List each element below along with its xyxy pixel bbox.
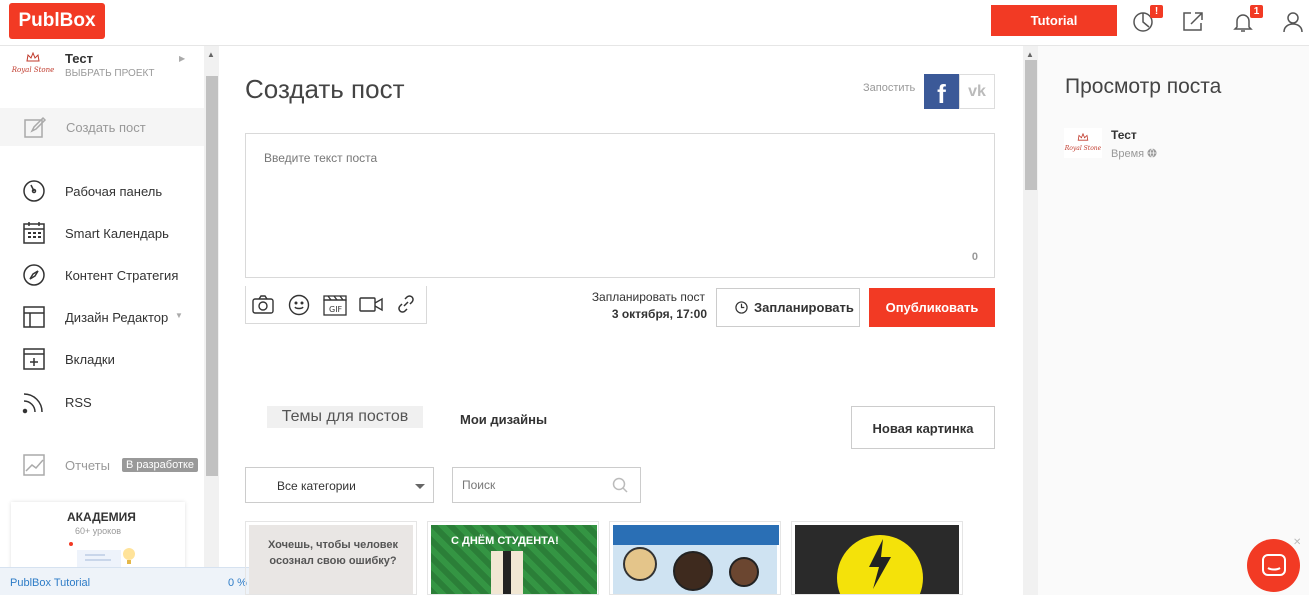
category-select-value: Все категории xyxy=(277,479,356,493)
theme-thumbnail[interactable]: С ДНЁМ СТУДЕНТА! xyxy=(427,521,599,595)
vk-toggle-button[interactable]: vk xyxy=(959,74,995,109)
schedule-button[interactable]: Запланировать xyxy=(716,288,860,327)
schedule-date[interactable]: 3 октября, 17:00 xyxy=(577,307,707,321)
tutorial-button[interactable]: Tutorial xyxy=(991,5,1117,36)
link-icon[interactable] xyxy=(396,294,420,316)
camera-icon[interactable] xyxy=(252,294,276,316)
close-icon[interactable]: ✕ xyxy=(1293,537,1301,548)
project-selector[interactable]: Royal Stone Тест ВЫБРАТЬ ПРОЕКТ ▶ xyxy=(0,46,204,96)
schedule-label: Запланировать пост xyxy=(591,290,705,304)
lightning-icon xyxy=(869,539,891,589)
clock-icon xyxy=(735,301,748,314)
publbox-logo[interactable]: PublBox xyxy=(9,3,105,39)
preview-avatar: Royal Stone xyxy=(1064,128,1102,158)
sidebar-item-content-strategy[interactable]: Контент Стратегия xyxy=(0,257,204,293)
in-development-badge: В разработке xyxy=(122,458,199,472)
theme-thumbnail[interactable] xyxy=(791,521,963,595)
sidebar-item-reports[interactable]: Отчеты В разработке xyxy=(0,447,204,483)
char-counter: 0 xyxy=(971,251,978,263)
facebook-toggle-button[interactable]: f xyxy=(924,74,959,109)
main-content: Создать пост Запостить f vk Введите текс… xyxy=(219,46,1023,595)
post-text-placeholder: Введите текст поста xyxy=(264,151,378,165)
project-subtitle: ВЫБРАТЬ ПРОЕКТ xyxy=(65,68,155,79)
sidebar-item-label: Вкладки xyxy=(65,352,115,367)
preview-time: Время xyxy=(1111,148,1157,160)
project-logo: Royal Stone xyxy=(10,51,56,82)
top-bar: PublBox Tutorial ! 1 xyxy=(0,0,1309,46)
compass-icon xyxy=(23,264,45,286)
schedule-button-label: Запланировать xyxy=(754,300,854,315)
sidebar-item-label: Отчеты xyxy=(65,458,110,473)
post-preview-panel: Просмотр поста Royal Stone Тест Время xyxy=(1038,46,1309,595)
calendar-icon xyxy=(23,222,45,244)
tabs-icon xyxy=(23,348,45,370)
search-input[interactable] xyxy=(453,468,613,502)
edit-icon xyxy=(24,116,47,138)
tutorial-label: PublBox Tutorial xyxy=(10,577,91,589)
globe-icon xyxy=(1147,148,1157,158)
sidebar-item-create-post[interactable]: Создать пост xyxy=(0,108,204,146)
chevron-down-icon xyxy=(415,484,425,489)
sidebar-item-rss[interactable]: RSS xyxy=(0,384,204,420)
stats-icon[interactable]: ! xyxy=(1131,5,1163,34)
notifications-badge: 1 xyxy=(1250,5,1263,18)
chart-icon xyxy=(23,454,45,476)
tab-post-themes[interactable]: Темы для постов xyxy=(267,406,423,428)
thumbnail-caption: С ДНЁМ СТУДЕНТА! xyxy=(451,535,559,547)
theme-thumbnail[interactable]: Хочешь, чтобы человек осознал свою ошибк… xyxy=(245,521,417,595)
project-name: Тест xyxy=(65,51,93,66)
publish-button[interactable]: Опубликовать xyxy=(869,288,995,327)
emoji-icon[interactable] xyxy=(288,294,312,316)
tutorial-progress-bar[interactable]: PublBox Tutorial 0 % xyxy=(0,567,254,595)
gif-icon[interactable]: GIF xyxy=(323,294,347,316)
sidebar-item-dashboard[interactable]: Рабочая панель xyxy=(0,173,204,209)
media-toolbar: GIF xyxy=(245,286,427,324)
main-scrollbar-thumb[interactable] xyxy=(1025,60,1037,190)
preview-title: Просмотр поста xyxy=(1065,75,1222,98)
sidebar-item-tabs[interactable]: Вкладки xyxy=(0,341,204,377)
post-text-input[interactable]: Введите текст поста 0 xyxy=(245,133,995,278)
academy-title: АКАДЕМИЯ xyxy=(67,510,136,524)
external-link-icon[interactable] xyxy=(1181,10,1205,34)
post-to-label: Запостить xyxy=(863,82,916,94)
sidebar-item-calendar[interactable]: Smart Календарь xyxy=(0,215,204,251)
svg-text:GIF: GIF xyxy=(329,305,343,314)
sidebar-item-label: Smart Календарь xyxy=(65,226,169,241)
scroll-up-icon[interactable]: ▲ xyxy=(1026,50,1034,59)
tab-my-designs[interactable]: Мои дизайны xyxy=(460,412,547,427)
academy-subtitle: 60+ уроков xyxy=(75,526,122,536)
category-select[interactable]: Все категории xyxy=(245,467,434,503)
thumbnail-caption: Хочешь, чтобы человек осознал свою ошибк… xyxy=(267,539,399,567)
sidebar-item-label: Рабочая панель xyxy=(65,184,163,199)
rss-icon xyxy=(22,393,43,414)
search-field[interactable] xyxy=(452,467,641,503)
new-picture-button[interactable]: Новая картинка xyxy=(851,406,995,449)
sidebar-scrollbar-thumb[interactable] xyxy=(206,76,218,476)
stats-badge: ! xyxy=(1150,5,1163,18)
sidebar-item-label: RSS xyxy=(65,395,92,410)
academy-card[interactable]: АКАДЕМИЯ 60+ уроков xyxy=(11,502,185,572)
sidebar-item-label: Создать пост xyxy=(66,120,146,135)
sidebar-item-label: Контент Стратегия xyxy=(65,268,179,283)
preview-name: Тест xyxy=(1111,128,1137,142)
chat-icon xyxy=(1262,554,1286,576)
search-icon xyxy=(612,477,628,493)
chevron-right-icon: ▶ xyxy=(179,54,186,63)
sidebar: Royal Stone Тест ВЫБРАТЬ ПРОЕКТ ▶ Создат… xyxy=(0,46,204,595)
chevron-down-icon: ▼ xyxy=(175,311,183,320)
dashboard-icon xyxy=(23,180,45,202)
bell-icon[interactable]: 1 xyxy=(1231,5,1263,34)
scroll-up-icon[interactable]: ▲ xyxy=(207,50,215,59)
layout-icon xyxy=(23,306,45,328)
page-title: Создать пост xyxy=(245,74,405,104)
user-icon[interactable] xyxy=(1281,10,1305,34)
sidebar-item-label: Дизайн Редактор xyxy=(65,310,169,325)
video-icon[interactable] xyxy=(359,294,383,316)
theme-thumbnail[interactable] xyxy=(609,521,781,595)
sidebar-item-design-editor[interactable]: Дизайн Редактор ▼ xyxy=(0,299,204,335)
